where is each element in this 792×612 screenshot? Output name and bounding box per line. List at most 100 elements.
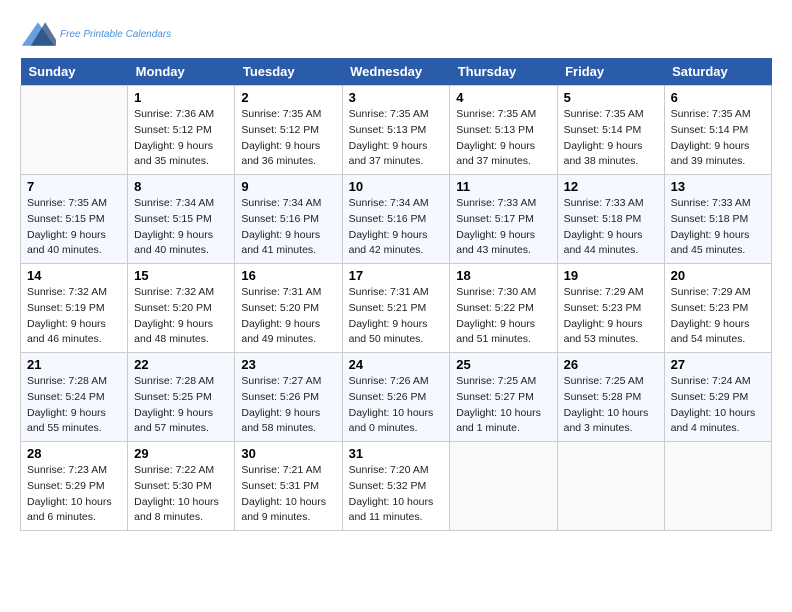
day-number: 8 <box>134 179 228 194</box>
col-sunday: Sunday <box>21 58 128 86</box>
day-info: Sunrise: 7:29 AMSunset: 5:23 PMDaylight:… <box>564 285 658 348</box>
day-number: 30 <box>241 446 335 461</box>
day-info: Sunrise: 7:31 AMSunset: 5:20 PMDaylight:… <box>241 285 335 348</box>
day-number: 20 <box>671 268 765 283</box>
calendar-cell <box>664 442 771 531</box>
day-info: Sunrise: 7:34 AMSunset: 5:15 PMDaylight:… <box>134 196 228 259</box>
calendar-cell: 20 Sunrise: 7:29 AMSunset: 5:23 PMDayligh… <box>664 264 771 353</box>
calendar-cell: 30Sunrise: 7:21 AMSunset: 5:31 PMDayligh… <box>235 442 342 531</box>
day-info: Sunrise: 7:26 AMSunset: 5:26 PMDaylight:… <box>349 374 444 437</box>
week-row-5: 28 Sunrise: 7:23 AMSunset: 5:29 PMDayligh… <box>21 442 772 531</box>
day-number: 31 <box>349 446 444 461</box>
day-number: 19 <box>564 268 658 283</box>
calendar-cell: 13 Sunrise: 7:33 AMSunset: 5:18 PMDayligh… <box>664 175 771 264</box>
week-row-1: 1 Sunrise: 7:36 AMSunset: 5:12 PMDaylight… <box>21 86 772 175</box>
week-row-2: 7 Sunrise: 7:35 AMSunset: 5:15 PMDaylight… <box>21 175 772 264</box>
day-info: Sunrise: 7:31 AMSunset: 5:21 PMDaylight:… <box>349 285 444 348</box>
calendar-cell: 6 Sunrise: 7:35 AMSunset: 5:14 PMDaylight… <box>664 86 771 175</box>
day-number: 16 <box>241 268 335 283</box>
calendar-cell: 12 Sunrise: 7:33 AMSunset: 5:18 PMDayligh… <box>557 175 664 264</box>
day-info: Sunrise: 7:33 AMSunset: 5:18 PMDaylight:… <box>564 196 658 259</box>
logo: Free Printable Calendars <box>20 20 171 48</box>
day-info: Sunrise: 7:36 AMSunset: 5:12 PMDaylight:… <box>134 107 228 170</box>
calendar-cell: 10 Sunrise: 7:34 AMSunset: 5:16 PMDayligh… <box>342 175 450 264</box>
calendar-cell: 1 Sunrise: 7:36 AMSunset: 5:12 PMDaylight… <box>128 86 235 175</box>
day-number: 4 <box>456 90 550 105</box>
day-info: Sunrise: 7:34 AMSunset: 5:16 PMDaylight:… <box>241 196 335 259</box>
day-info: Sunrise: 7:33 AMSunset: 5:18 PMDaylight:… <box>671 196 765 259</box>
day-info: Sunrise: 7:32 AMSunset: 5:20 PMDaylight:… <box>134 285 228 348</box>
day-info: Sunrise: 7:23 AMSunset: 5:29 PMDaylight:… <box>27 463 121 526</box>
calendar-cell: 2Sunrise: 7:35 AMSunset: 5:12 PMDaylight… <box>235 86 342 175</box>
calendar-cell: 28 Sunrise: 7:23 AMSunset: 5:29 PMDayligh… <box>21 442 128 531</box>
day-number: 3 <box>349 90 444 105</box>
day-info: Sunrise: 7:24 AMSunset: 5:29 PMDaylight:… <box>671 374 765 437</box>
calendar-cell: 18 Sunrise: 7:30 AMSunset: 5:22 PMDayligh… <box>450 264 557 353</box>
calendar-cell: 11 Sunrise: 7:33 AMSunset: 5:17 PMDayligh… <box>450 175 557 264</box>
day-number: 10 <box>349 179 444 194</box>
calendar-cell: 16 Sunrise: 7:31 AMSunset: 5:20 PMDayligh… <box>235 264 342 353</box>
calendar-cell: 19 Sunrise: 7:29 AMSunset: 5:23 PMDayligh… <box>557 264 664 353</box>
week-row-3: 14 Sunrise: 7:32 AMSunset: 5:19 PMDayligh… <box>21 264 772 353</box>
day-info: Sunrise: 7:33 AMSunset: 5:17 PMDaylight:… <box>456 196 550 259</box>
calendar-cell: 29 Sunrise: 7:22 AMSunset: 5:30 PMDayligh… <box>128 442 235 531</box>
calendar-cell: 4 Sunrise: 7:35 AMSunset: 5:13 PMDaylight… <box>450 86 557 175</box>
day-number: 5 <box>564 90 658 105</box>
col-wednesday: Wednesday <box>342 58 450 86</box>
day-info: Sunrise: 7:35 AMSunset: 5:15 PMDaylight:… <box>27 196 121 259</box>
day-number: 23 <box>241 357 335 372</box>
calendar-cell: 9 Sunrise: 7:34 AMSunset: 5:16 PMDaylight… <box>235 175 342 264</box>
day-number: 13 <box>671 179 765 194</box>
calendar-cell: 8 Sunrise: 7:34 AMSunset: 5:15 PMDaylight… <box>128 175 235 264</box>
day-number: 2 <box>241 90 335 105</box>
day-info: Sunrise: 7:30 AMSunset: 5:22 PMDaylight:… <box>456 285 550 348</box>
calendar-cell: 24 Sunrise: 7:26 AMSunset: 5:26 PMDayligh… <box>342 353 450 442</box>
calendar-cell: 22 Sunrise: 7:28 AMSunset: 5:25 PMDayligh… <box>128 353 235 442</box>
day-number: 22 <box>134 357 228 372</box>
calendar-cell: 26 Sunrise: 7:25 AMSunset: 5:28 PMDayligh… <box>557 353 664 442</box>
day-number: 18 <box>456 268 550 283</box>
day-number: 24 <box>349 357 444 372</box>
col-friday: Friday <box>557 58 664 86</box>
header-row: Sunday Monday Tuesday Wednesday Thursday… <box>21 58 772 86</box>
day-info: Sunrise: 7:35 AMSunset: 5:13 PMDaylight:… <box>456 107 550 170</box>
day-number: 26 <box>564 357 658 372</box>
day-info: Sunrise: 7:32 AMSunset: 5:19 PMDaylight:… <box>27 285 121 348</box>
day-info: Sunrise: 7:20 AMSunset: 5:32 PMDaylight:… <box>349 463 444 526</box>
day-number: 6 <box>671 90 765 105</box>
calendar-cell: 14 Sunrise: 7:32 AMSunset: 5:19 PMDayligh… <box>21 264 128 353</box>
day-number: 9 <box>241 179 335 194</box>
day-number: 28 <box>27 446 121 461</box>
day-number: 14 <box>27 268 121 283</box>
day-info: Sunrise: 7:29 AMSunset: 5:23 PMDaylight:… <box>671 285 765 348</box>
day-number: 29 <box>134 446 228 461</box>
day-number: 12 <box>564 179 658 194</box>
calendar-table: Sunday Monday Tuesday Wednesday Thursday… <box>20 58 772 531</box>
day-info: Sunrise: 7:34 AMSunset: 5:16 PMDaylight:… <box>349 196 444 259</box>
day-info: Sunrise: 7:22 AMSunset: 5:30 PMDaylight:… <box>134 463 228 526</box>
week-row-4: 21 Sunrise: 7:28 AMSunset: 5:24 PMDayligh… <box>21 353 772 442</box>
day-number: 1 <box>134 90 228 105</box>
day-info: Sunrise: 7:35 AMSunset: 5:14 PMDaylight:… <box>671 107 765 170</box>
calendar-cell: 15 Sunrise: 7:32 AMSunset: 5:20 PMDayligh… <box>128 264 235 353</box>
day-number: 17 <box>349 268 444 283</box>
day-info: Sunrise: 7:27 AMSunset: 5:26 PMDaylight:… <box>241 374 335 437</box>
col-thursday: Thursday <box>450 58 557 86</box>
day-info: Sunrise: 7:35 AMSunset: 5:13 PMDaylight:… <box>349 107 444 170</box>
day-number: 21 <box>27 357 121 372</box>
day-number: 11 <box>456 179 550 194</box>
calendar-cell: 7 Sunrise: 7:35 AMSunset: 5:15 PMDaylight… <box>21 175 128 264</box>
day-number: 7 <box>27 179 121 194</box>
day-info: Sunrise: 7:25 AMSunset: 5:28 PMDaylight:… <box>564 374 658 437</box>
logo-tagline: Free Printable Calendars <box>60 29 171 40</box>
calendar-cell: 31 Sunrise: 7:20 AMSunset: 5:32 PMDayligh… <box>342 442 450 531</box>
day-info: Sunrise: 7:28 AMSunset: 5:25 PMDaylight:… <box>134 374 228 437</box>
day-number: 25 <box>456 357 550 372</box>
day-info: Sunrise: 7:28 AMSunset: 5:24 PMDaylight:… <box>27 374 121 437</box>
col-monday: Monday <box>128 58 235 86</box>
col-tuesday: Tuesday <box>235 58 342 86</box>
day-number: 27 <box>671 357 765 372</box>
page-header: Free Printable Calendars <box>20 20 772 48</box>
logo-icon <box>20 20 56 48</box>
day-number: 15 <box>134 268 228 283</box>
